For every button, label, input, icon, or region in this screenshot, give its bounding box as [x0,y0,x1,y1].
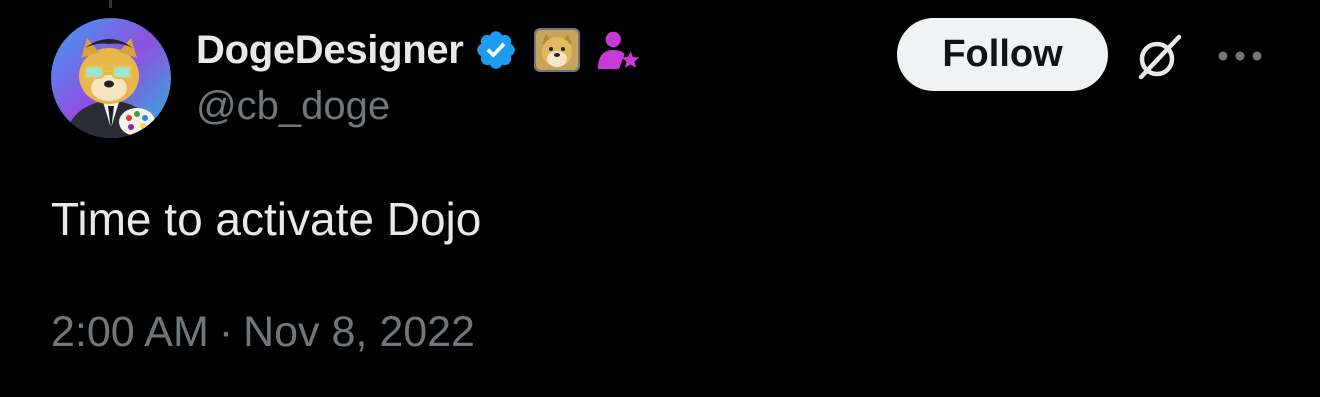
doge-badge-icon[interactable] [533,28,580,72]
display-name[interactable]: DogeDesigner [196,28,464,73]
avatar[interactable] [51,18,171,138]
timestamp-date[interactable]: Nov 8, 2022 [243,308,475,357]
timestamp-time[interactable]: 2:00 AM [51,308,209,357]
verified-check-icon[interactable] [474,28,518,72]
author-handle[interactable]: @cb_doge [196,84,390,129]
doge-avatar-icon [51,18,171,138]
more-icon[interactable] [1210,30,1270,82]
tweet: DogeDesigner @cb_doge Follow Time to act… [0,0,1320,397]
tweet-text: Time to activate Dojo [51,193,482,245]
affiliate-person-star-icon[interactable] [596,27,642,73]
grok-icon[interactable] [1128,26,1190,88]
timestamp[interactable]: 2:00 AM · Nov 8, 2022 [51,308,475,357]
author-name-row: DogeDesigner [196,22,642,78]
follow-button[interactable]: Follow [897,18,1108,91]
thread-connector-line [109,0,112,8]
timestamp-separator: · [218,308,234,356]
